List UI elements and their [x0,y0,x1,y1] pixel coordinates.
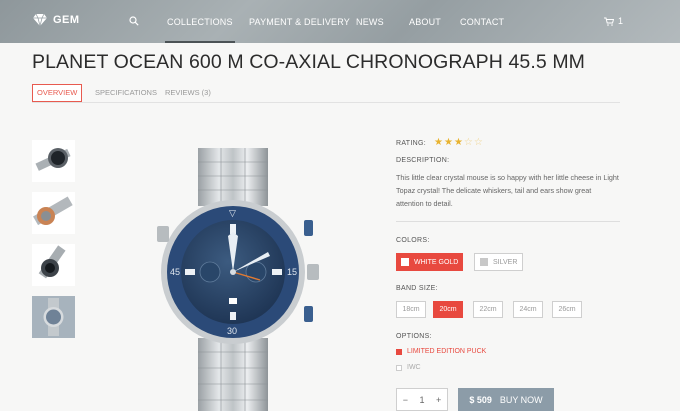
product-title: PLANET OCEAN 600 M CO-AXIAL CHRONOGRAPH … [32,51,586,73]
product-main-image: ▽ 45 15 30 [157,148,319,411]
svg-text:30: 30 [227,326,237,336]
thumbnail-2[interactable] [32,192,75,234]
quantity-minus-button[interactable]: − [403,395,408,405]
swatch-silver [480,258,488,266]
rating-stars: ★ ★ ★ ☆ ☆ [434,138,483,148]
thumbnail-4[interactable] [32,296,75,338]
logo-text: GEM [53,14,80,26]
buy-now-button[interactable]: $ 509 BUY NOW [458,388,554,411]
cart-count: 1 [618,16,624,26]
logo[interactable]: GEM [33,14,80,26]
size-24cm[interactable]: 24cm [513,301,543,318]
watch-side-image [35,148,71,171]
tab-specifications[interactable]: SPECIFICATIONS [95,84,157,102]
watch-side-image [33,196,73,226]
watch-front-image [43,298,64,336]
color-option-white-gold[interactable]: WHITE GOLD [396,253,464,271]
star-outline-icon: ☆ [463,137,473,148]
search-icon[interactable] [129,16,139,26]
cart-icon [604,17,614,26]
option-limited-edition[interactable]: LIMITED EDITION PUCK [396,348,486,355]
color-label: WHITE GOLD [414,258,459,266]
star-icon: ★ [443,137,453,148]
swatch-white [401,258,409,266]
star-outline-icon: ☆ [473,137,483,148]
watch-side-image [38,245,66,279]
star-icon: ★ [434,137,443,148]
option-label: IWC [407,364,421,371]
quantity-value[interactable]: 1 [419,395,424,405]
nav-payment-delivery[interactable]: PAYMENT & DELIVERY [249,17,350,27]
price: $ 509 [469,394,492,405]
star-icon: ★ [453,137,463,148]
diamond-logo-icon [33,14,47,26]
svg-text:15: 15 [287,267,297,277]
rating-label: RATING: [396,140,426,147]
quantity-stepper[interactable]: − 1 + [396,388,448,411]
thumbnail-3[interactable] [32,244,75,286]
site-header: GEM COLLECTIONS PAYMENT & DELIVERY NEWS … [0,0,680,43]
size-26cm[interactable]: 26cm [552,301,582,318]
color-option-silver[interactable]: SILVER [474,253,524,271]
product-tabs: OVERVIEW SPECIFICATIONS REVIEWS (3) [32,84,620,103]
nav-about[interactable]: ABOUT [409,17,441,27]
size-18cm[interactable]: 18cm [396,301,426,318]
options-label: OPTIONS: [396,333,432,340]
size-22cm[interactable]: 22cm [473,301,503,318]
option-iwc[interactable]: IWC [396,364,421,371]
checkbox-checked[interactable] [396,348,402,355]
size-20cm[interactable]: 20cm [433,301,463,318]
nav-contact[interactable]: CONTACT [460,17,504,27]
quantity-plus-button[interactable]: + [436,395,441,405]
nav-news[interactable]: NEWS [356,17,384,27]
buy-label: BUY NOW [499,394,543,405]
tab-reviews[interactable]: REVIEWS (3) [165,84,211,102]
thumbnail-1[interactable] [32,140,75,182]
band-size-label: BAND SIZE: [396,285,438,292]
cart-button[interactable]: 1 [604,16,623,26]
description-label: DESCRIPTION: [396,157,450,164]
svg-text:45: 45 [170,267,180,277]
nav-collections[interactable]: COLLECTIONS [165,17,235,43]
option-label: LIMITED EDITION PUCK [407,348,487,355]
checkbox-unchecked[interactable] [396,364,402,371]
description-text: This little clear crystal mouse is so ha… [396,173,619,208]
divider [396,221,620,222]
color-label: SILVER [493,258,518,266]
svg-text:▽: ▽ [229,208,236,218]
tab-overview[interactable]: OVERVIEW [32,84,83,102]
colors-label: COLORS: [396,237,430,244]
